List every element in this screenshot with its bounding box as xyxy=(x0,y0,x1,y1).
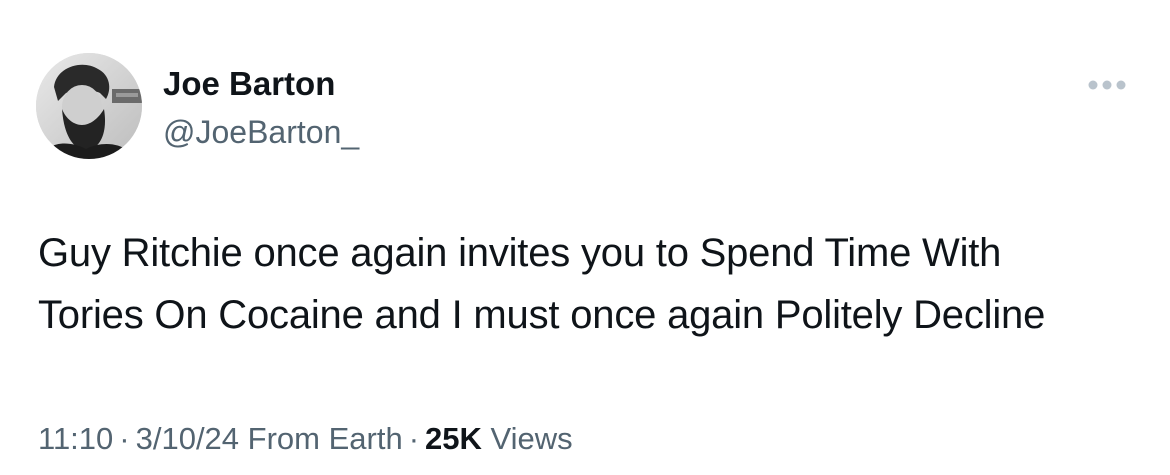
views-label[interactable]: Views xyxy=(491,421,573,456)
author-display-name[interactable]: Joe Barton xyxy=(163,64,335,104)
author-handle[interactable]: @JoeBarton_ xyxy=(163,112,359,152)
tweet-text: Guy Ritchie once again invites you to Sp… xyxy=(38,222,1148,346)
avatar[interactable] xyxy=(36,53,142,159)
avatar-photo xyxy=(36,53,142,159)
tweet-text-line: Guy Ritchie once again invites you to Sp… xyxy=(38,231,1002,275)
tweet-time[interactable]: 11:10 xyxy=(38,421,113,456)
views-count[interactable]: 25K xyxy=(425,421,482,456)
tweet-text-line: Tories On Cocaine and I must once again … xyxy=(38,293,1046,337)
tweet-card: Joe Barton @JoeBarton_ Guy Ritchie once … xyxy=(0,0,1170,475)
meta-separator: · xyxy=(119,421,130,456)
tweet-date[interactable]: 3/10/24 xyxy=(136,421,239,456)
meta-separator: · xyxy=(408,421,420,456)
tweet-location: From Earth xyxy=(247,421,403,456)
tweet-meta: 11:10 · 3/10/24 From Earth · 25K Views xyxy=(38,419,573,459)
more-horizontal-icon xyxy=(1088,80,1126,90)
more-options-button[interactable] xyxy=(1080,70,1134,100)
